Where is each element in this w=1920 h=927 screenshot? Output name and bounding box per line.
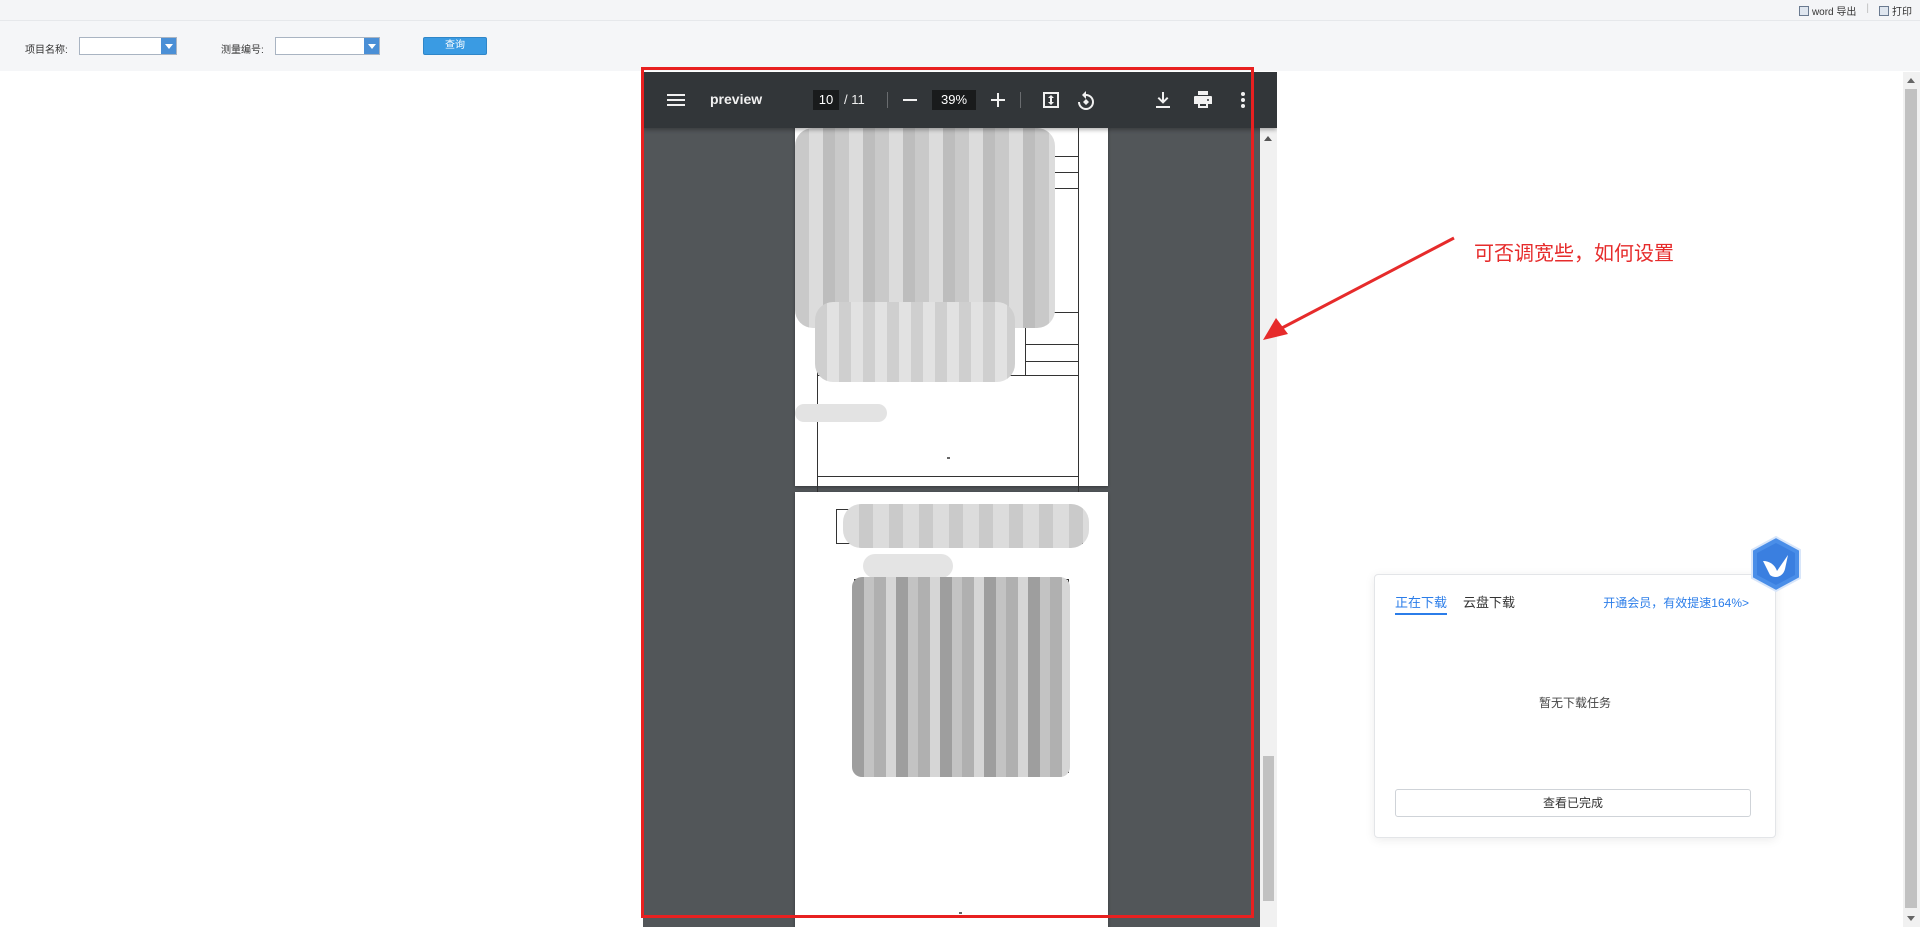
rotate-icon[interactable]: [1074, 88, 1098, 112]
survey-no-label: 测量编号:: [221, 45, 264, 56]
word-icon: [1798, 5, 1809, 16]
table-line: [836, 509, 837, 543]
page-total: / 11: [844, 92, 865, 107]
page-number-input[interactable]: 10: [813, 90, 839, 110]
zoom-in-icon[interactable]: [986, 88, 1010, 112]
redacted-content: [795, 128, 1055, 328]
page-scrollbar[interactable]: [1903, 72, 1920, 927]
toolbar-divider: [887, 92, 888, 108]
toolbar-divider: [1020, 92, 1021, 108]
zoom-out-icon[interactable]: [898, 88, 922, 112]
pdf-viewer: preview 10 / 11 39%: [643, 72, 1277, 927]
pdf-page: [795, 72, 1108, 495]
annotation-arrow: [1263, 236, 1455, 340]
survey-no-combo[interactable]: [275, 37, 380, 55]
viewer-scroll-thumb[interactable]: [1263, 756, 1274, 901]
project-name-combo[interactable]: [79, 37, 177, 55]
vip-promo-link[interactable]: 开通会员，有效提速164%>: [1603, 594, 1749, 611]
redacted-content: [795, 404, 887, 422]
pdf-toolbar: preview 10 / 11 39%: [643, 72, 1277, 128]
scroll-down-icon[interactable]: [1907, 916, 1915, 921]
printer-icon: [1879, 5, 1889, 16]
top-tools: word 导出 | 打印: [1798, 3, 1912, 18]
page-scroll-thumb[interactable]: [1905, 89, 1917, 908]
pdf-title: preview: [710, 91, 763, 107]
word-export-link[interactable]: word 导出: [1798, 3, 1857, 18]
more-options-icon[interactable]: [1231, 88, 1255, 112]
view-completed-button[interactable]: 查看已完成: [1395, 789, 1751, 817]
table-line: [1025, 361, 1079, 362]
word-export-label: word 导出: [1811, 7, 1857, 18]
scroll-up-icon[interactable]: [1264, 136, 1272, 141]
print-label: 打印: [1892, 7, 1912, 18]
table-line: [1025, 344, 1079, 345]
empty-state-text: 暂无下载任务: [1538, 696, 1611, 710]
download-icon[interactable]: [1151, 88, 1175, 112]
scroll-up-icon[interactable]: [1907, 78, 1915, 83]
active-tab-indicator: [1395, 613, 1447, 615]
redacted-content: [863, 554, 953, 578]
print-link[interactable]: 打印: [1879, 3, 1912, 18]
fit-page-icon[interactable]: [1039, 88, 1063, 112]
redacted-content: [852, 577, 1070, 777]
chevron-down-icon[interactable]: [364, 38, 379, 54]
tab-cloud-download[interactable]: 云盘下载: [1463, 592, 1515, 611]
top-strip: word 导出 | 打印: [0, 0, 1920, 21]
download-panel: 正在下载 云盘下载 开通会员，有效提速164%> 暂无下载任务 查看已完成: [1374, 574, 1776, 838]
print-icon[interactable]: [1191, 88, 1215, 112]
zoom-input[interactable]: 39%: [932, 90, 976, 110]
filter-bar: 项目名称: 测量编号: 查询: [0, 21, 1920, 71]
menu-icon[interactable]: [664, 88, 688, 112]
pdf-page: [795, 492, 1108, 927]
page-footer-mark: [947, 457, 950, 459]
project-name-label: 项目名称:: [25, 45, 68, 56]
redacted-content: [815, 302, 1015, 382]
download-bird-icon[interactable]: [1748, 535, 1804, 593]
redacted-content: [843, 504, 1089, 548]
chevron-down-icon[interactable]: [161, 38, 176, 54]
tab-downloading[interactable]: 正在下载: [1395, 592, 1447, 611]
page-footer-mark: [959, 912, 962, 914]
query-button[interactable]: 查询: [423, 37, 487, 55]
tool-separator: |: [1866, 3, 1869, 14]
table-line: [817, 476, 1079, 477]
annotation-text: 可否调宽些，如何设置: [1474, 243, 1674, 265]
